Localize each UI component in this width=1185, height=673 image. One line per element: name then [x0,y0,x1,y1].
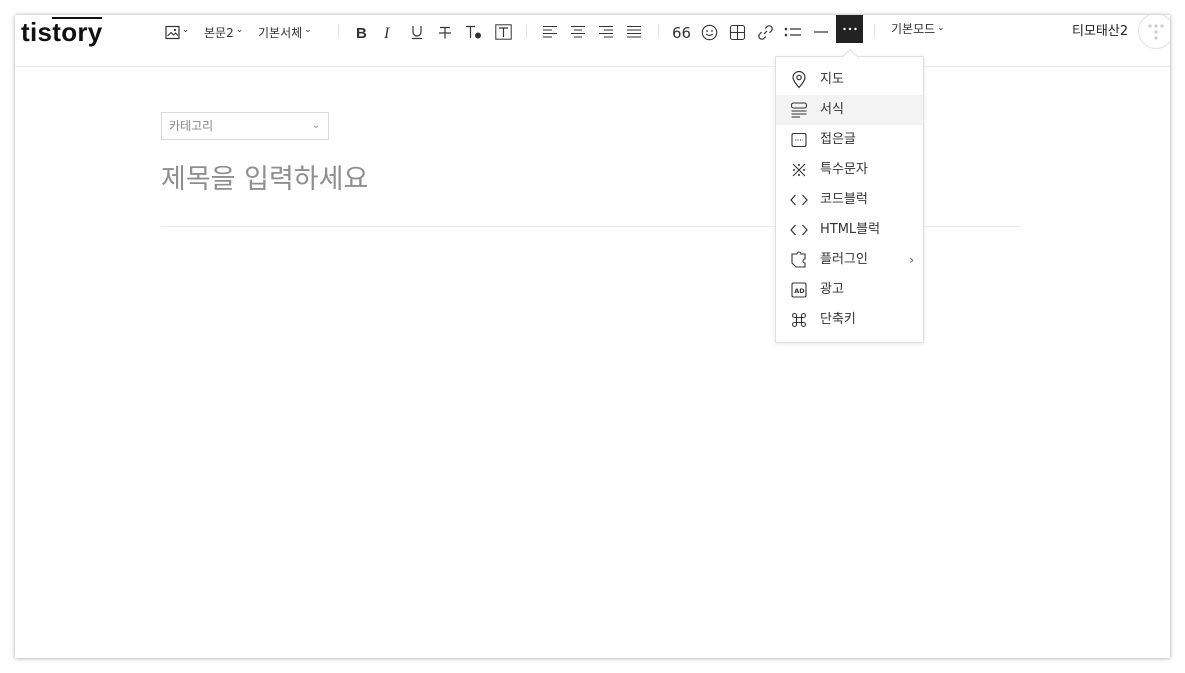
menu-item-plugin[interactable]: 플러그인 › [776,245,923,275]
align-left-button[interactable] [540,19,560,45]
insert-image-button[interactable]: ⌄ [164,19,190,45]
paragraph-style-value: 본문2 [204,25,234,40]
align-center-button[interactable] [568,19,588,45]
tistory-logo[interactable]: tistory [21,15,103,47]
menu-item-label: 광고 [820,282,844,297]
chevron-down-icon: ⌄ [235,25,244,35]
text-background-button[interactable] [492,19,514,45]
editor-mode-value: 기본모드 [891,22,936,36]
toolbar-divider [874,24,875,38]
editor-window: tistory ⌄ 본문2 ⌄ 기본서체 ⌄ B I 66 기본모드 ⌄ 티모태… [15,15,1170,658]
svg-text:AD: AD [794,287,805,295]
italic-icon: I [383,25,390,40]
emoticon-button[interactable] [699,19,719,45]
plugin-icon [790,251,808,269]
font-family-select[interactable]: 기본서체 ⌄ [258,19,312,45]
text-color-icon [466,25,481,39]
image-icon [165,25,180,39]
template-icon [790,101,808,119]
align-justify-icon [627,25,641,38]
link-icon [757,24,773,40]
category-placeholder: 카테고리 [169,119,214,133]
align-left-icon [543,25,557,38]
menu-item-label: HTML블럭 [820,222,881,237]
more-options-menu: 지도 서식 접은글 특수문자 코드블럭 HTML블럭 플러그인 › AD 광고 … [775,56,924,343]
link-button[interactable] [755,19,775,45]
paragraph-style-select[interactable]: 본문2 ⌄ [204,19,243,45]
italic-button[interactable]: I [379,19,399,45]
special-char-icon [790,161,808,179]
text-background-icon [494,24,512,40]
align-justify-button[interactable] [624,19,644,45]
table-button[interactable] [727,19,747,45]
folded-text-icon [790,131,808,149]
menu-item-label: 서식 [820,102,844,117]
menu-item-label: 코드블럭 [820,192,868,207]
menu-item-map[interactable]: 지도 [776,65,923,95]
chevron-down-icon: ⌄ [181,25,190,35]
bullet-list-button[interactable] [783,19,803,45]
strikethrough-button[interactable] [435,19,455,45]
menu-item-label: 접은글 [820,132,856,147]
menu-item-code-block[interactable]: 코드블럭 [776,185,923,215]
ad-icon: AD [790,281,808,299]
quote-icon: 66 [672,25,690,39]
toolbar-divider [526,24,527,38]
menu-item-label: 특수문자 [820,162,868,177]
chevron-down-icon: ⌄ [937,23,945,33]
chevron-right-icon: › [909,253,914,267]
align-center-icon [571,25,585,38]
logo-overline [52,17,102,19]
menu-item-html-block[interactable]: HTML블럭 [776,215,923,245]
more-options-button[interactable] [836,15,863,43]
menu-item-label: 지도 [820,72,844,87]
bold-button[interactable]: B [352,19,372,45]
text-color-button[interactable] [463,19,485,45]
horizontal-rule-button[interactable] [811,19,831,45]
svg-text:66: 66 [672,25,690,39]
chevron-down-icon: ⌄ [304,25,312,35]
map-pin-icon [790,71,808,89]
user-name[interactable]: 티모태산2 [1072,20,1128,39]
horizontal-line-icon [814,31,828,33]
svg-text:I: I [383,25,390,40]
strikethrough-icon [439,26,451,38]
kebab-dots-icon [1148,24,1164,40]
more-dots-icon [842,27,857,31]
toolbar-divider [658,24,659,38]
toolbar-divider [338,24,339,38]
smiley-icon [701,24,717,40]
menu-item-special-characters[interactable]: 특수문자 [776,155,923,185]
chevron-down-icon: ⌄ [311,120,320,131]
table-icon [729,24,745,40]
category-select[interactable]: 카테고리 ⌄ [161,112,329,140]
profile-avatar[interactable] [1138,15,1170,49]
quote-button[interactable]: 66 [671,19,691,45]
logo-text: tistory [21,17,103,47]
editor-mode-select[interactable]: 기본모드 ⌄ [891,20,945,37]
menu-item-label: 단축키 [820,312,856,327]
align-right-icon [599,25,613,38]
menu-item-shortcuts[interactable]: 단축키 [776,305,923,335]
svg-text:B: B [356,25,367,40]
command-icon [790,311,808,329]
underline-icon [412,26,422,40]
align-right-button[interactable] [596,19,616,45]
bullet-list-icon [784,27,801,37]
menu-item-template[interactable]: 서식 [776,95,923,125]
editor-toolbar: tistory ⌄ 본문2 ⌄ 기본서체 ⌄ B I 66 기본모드 ⌄ 티모태… [15,15,1170,67]
menu-item-label: 플러그인 [820,252,868,267]
menu-item-folded-text[interactable]: 접은글 [776,125,923,155]
menu-item-ad[interactable]: AD 광고 [776,275,923,305]
code-icon [790,191,808,209]
font-family-value: 기본서체 [258,25,303,40]
bold-icon: B [356,25,367,40]
html-code-icon [790,221,808,239]
underline-button[interactable] [407,19,427,45]
